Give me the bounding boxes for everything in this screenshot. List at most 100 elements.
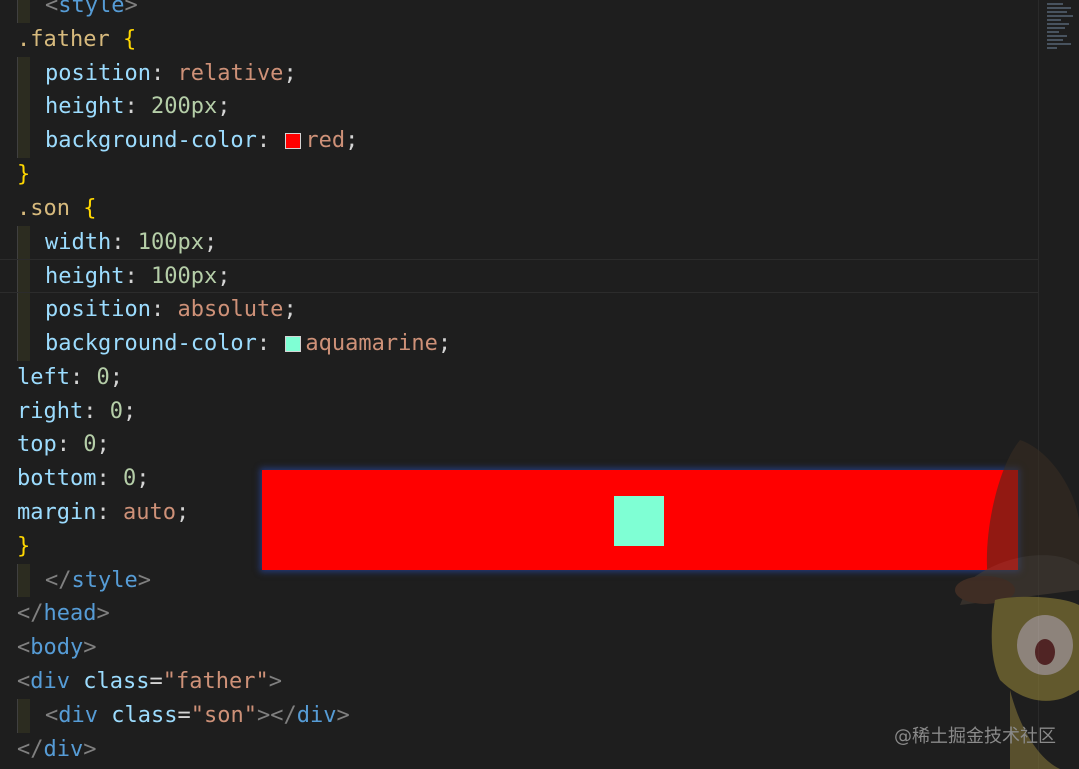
code-line-23[interactable]: </div> (0, 733, 1038, 767)
css-value: 0 (122, 466, 137, 492)
semicolon: ; (175, 499, 190, 525)
code-line-12[interactable]: left: 0; (0, 361, 1038, 395)
css-property: top (17, 432, 57, 458)
colon: : (96, 466, 123, 492)
anime-character-icon (955, 440, 1079, 769)
code-line-7[interactable]: .son { (0, 192, 1038, 226)
tag-name: div (58, 702, 98, 728)
colon: : (124, 264, 151, 290)
minimap-line (1047, 39, 1063, 41)
css-property: position (45, 60, 151, 86)
css-selector: .father (17, 26, 110, 52)
code-line-21[interactable]: <div class="father"> (0, 665, 1038, 699)
bracket: < (45, 702, 59, 728)
minimap-line (1047, 11, 1067, 13)
code-line-4[interactable]: height: 200px; (0, 90, 1038, 125)
bracket: < (17, 635, 31, 661)
tag-name: div (43, 736, 84, 762)
semicolon: ; (122, 398, 137, 424)
color-swatch-red-icon[interactable] (285, 133, 302, 150)
css-property: left (17, 364, 70, 390)
attribute-value: "father" (162, 668, 269, 694)
css-property: margin (17, 499, 97, 525)
equals: = (149, 668, 163, 694)
brace: { (122, 26, 137, 52)
colon: : (150, 297, 178, 323)
indent-guide (17, 260, 30, 293)
css-value: relative (177, 60, 284, 86)
code-line-9[interactable]: height: 100px; (0, 259, 1038, 294)
colon: : (256, 330, 284, 356)
code-line-3[interactable]: position: relative; (0, 56, 1038, 91)
code-line-6[interactable]: } (0, 158, 1038, 192)
css-property: bottom (17, 466, 97, 492)
colon: : (83, 398, 110, 424)
colon: : (69, 364, 97, 390)
code-area[interactable]: <style> .father { position: relative; he… (0, 0, 1038, 766)
css-value: red (305, 128, 346, 154)
brace: } (17, 533, 31, 559)
bracket: </ (17, 601, 44, 627)
minimap-line (1047, 47, 1057, 49)
bracket: ></ (256, 702, 297, 728)
bracket: < (45, 0, 59, 18)
indent-guide (17, 326, 30, 361)
semicolon: ; (283, 60, 297, 86)
equals: = (177, 702, 191, 728)
colon: : (124, 94, 151, 120)
code-line-5[interactable]: background-color: red; (0, 124, 1038, 158)
css-value: auto (122, 499, 176, 525)
code-line-8[interactable]: width: 100px; (0, 225, 1038, 260)
semicolon: ; (283, 297, 297, 323)
code-line-22[interactable]: <div class="son"></div> (0, 698, 1038, 733)
colon: : (256, 128, 284, 154)
css-value: 100px (137, 229, 204, 255)
bracket: < (17, 668, 31, 694)
attribute-value: "son" (190, 702, 257, 728)
code-line-20[interactable]: <body> (0, 631, 1038, 665)
indent-guide (17, 698, 30, 733)
css-property: height (45, 264, 125, 290)
css-value: 0 (83, 432, 97, 458)
code-editor[interactable]: <style> .father { position: relative; he… (0, 0, 1079, 769)
bracket: > (336, 702, 350, 728)
css-value: absolute (177, 297, 284, 323)
semicolon: ; (217, 94, 231, 120)
semicolon: ; (217, 264, 231, 290)
bracket: </ (45, 567, 72, 593)
indent-guide (17, 225, 30, 260)
css-value: 100px (150, 264, 218, 290)
code-line-11[interactable]: background-color: aquamarine; (0, 326, 1038, 361)
minimap-line (1047, 35, 1067, 37)
code-line-10[interactable]: position: absolute; (0, 293, 1038, 327)
indent-guide (17, 0, 30, 23)
css-value: 200px (150, 94, 218, 120)
color-swatch-aquamarine-icon[interactable] (285, 335, 302, 352)
code-line-2[interactable]: .father { (0, 23, 1038, 57)
code-line-1[interactable]: <style> (0, 0, 1038, 23)
minimap-line (1047, 43, 1071, 45)
code-line-13[interactable]: right: 0; (0, 395, 1038, 429)
css-property: right (17, 398, 84, 424)
tag-name: style (71, 567, 138, 593)
tag-name: style (58, 0, 125, 18)
semicolon: ; (203, 229, 218, 255)
code-line-19[interactable]: </head> (0, 597, 1038, 631)
tag-name: head (43, 601, 97, 627)
css-property: background-color (45, 330, 257, 356)
css-property: background-color (45, 128, 257, 154)
colon: : (56, 432, 84, 458)
tag-name: div (30, 668, 70, 694)
minimap-line (1047, 23, 1069, 25)
son-preview-box (614, 496, 664, 546)
semicolon: ; (437, 330, 452, 356)
code-line-14[interactable]: top: 0; (0, 428, 1038, 462)
brace: { (83, 195, 97, 221)
indent-guide (17, 293, 30, 327)
bracket: > (83, 736, 97, 762)
indent-guide (17, 56, 30, 91)
bracket: > (137, 567, 151, 593)
bracket: </ (17, 736, 44, 762)
semicolon: ; (345, 128, 359, 154)
semicolon: ; (136, 466, 150, 492)
